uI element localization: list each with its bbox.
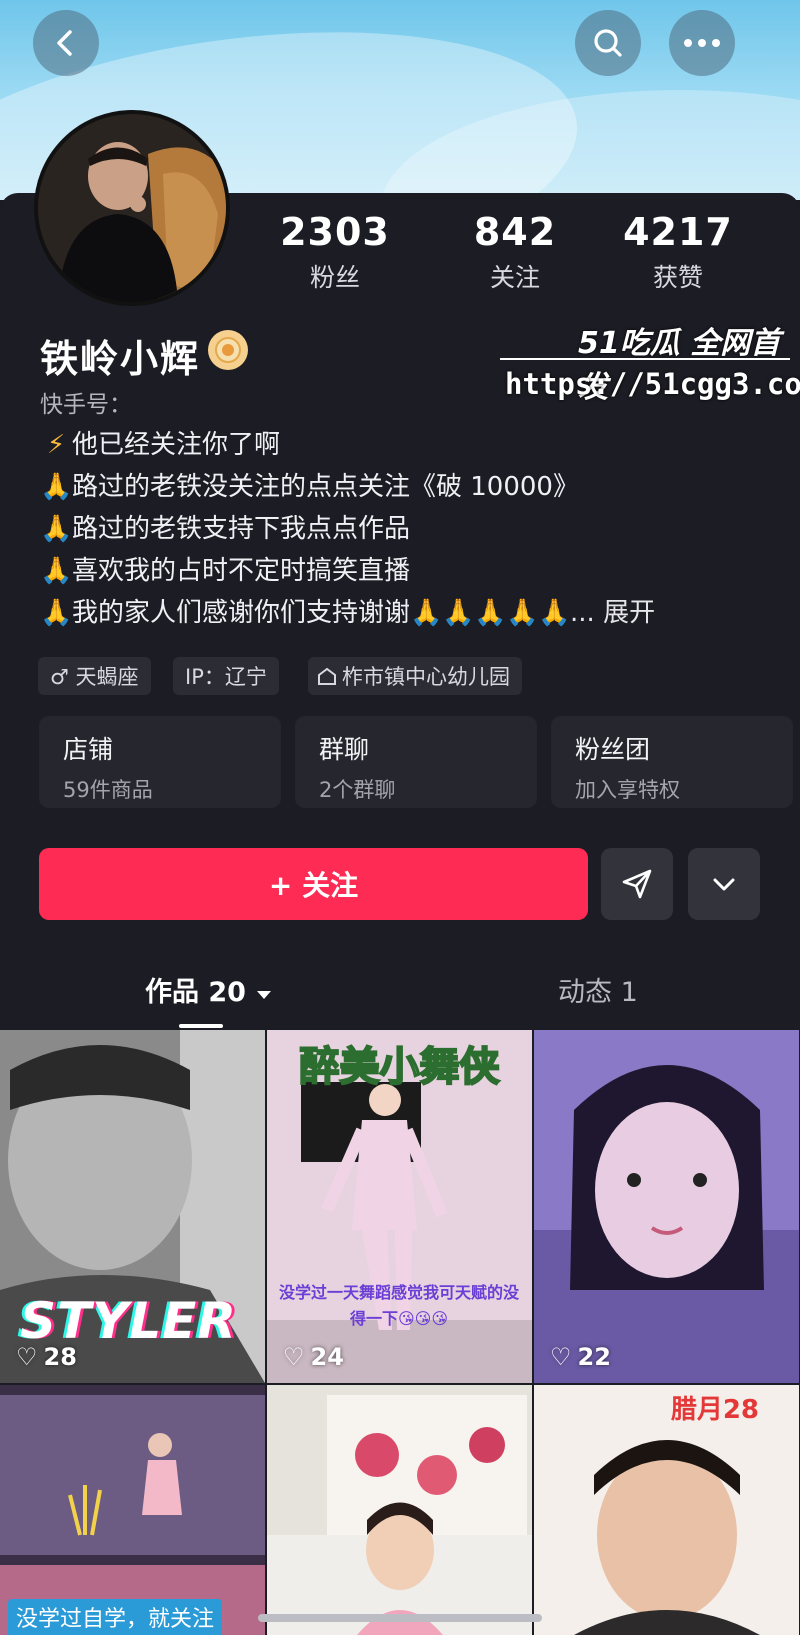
bio-expand-link[interactable]: ... 展开 (570, 598, 655, 628)
likes-label: 获赞 (652, 263, 703, 292)
video-likes: ♡ 28 (16, 1343, 77, 1371)
school-icon (318, 667, 336, 685)
verified-badge-icon[interactable] (208, 330, 248, 370)
video-label: 腊月28 (670, 1395, 759, 1425)
tab-moments[interactable]: 动态 1 (558, 970, 638, 1009)
video-tile[interactable]: 腊月28 (534, 1385, 799, 1635)
stat-followers[interactable]: 2303 粉丝 (255, 210, 415, 294)
send-icon (622, 869, 652, 899)
home-indicator (258, 1614, 542, 1622)
heart-icon: ♡ (550, 1343, 572, 1371)
shop-title: 店铺 (63, 735, 114, 764)
tag-school[interactable]: 柞市镇中心幼儿园 (308, 657, 522, 695)
watermark-divider (500, 358, 790, 360)
pray-icon: 🙏 (442, 598, 475, 628)
followers-label: 粉丝 (309, 263, 360, 292)
video-tile[interactable]: 没学过自学，就关注 (0, 1385, 265, 1635)
shop-card[interactable]: 店铺 59件商品 (39, 716, 281, 808)
recommend-toggle-button[interactable] (688, 848, 760, 920)
bio-line: 🙏路过的老铁没关注的点点关注《破 10000》 (40, 466, 780, 508)
video-caption: 没学过自学，就关注 (8, 1599, 223, 1635)
stat-likes[interactable]: 4217 获赞 (598, 210, 758, 294)
group-chat-card[interactable]: 群聊 2个群聊 (295, 716, 537, 808)
group-chat-title: 群聊 (319, 735, 370, 764)
followers-count: 2303 (280, 210, 390, 254)
lightning-icon: ⚡ (46, 430, 66, 460)
pray-icon: 🙏 (40, 514, 73, 544)
heart-icon: ♡ (283, 1343, 305, 1371)
video-tile[interactable]: 醉美小舞侠 没学过一天舞蹈感觉我可天赋的没得一下😘😘😘 ♡ 24 (267, 1030, 532, 1383)
share-button[interactable] (601, 848, 673, 920)
fan-club-subtitle: 加入享特权 (575, 778, 680, 802)
video-thumbnail (0, 1385, 265, 1635)
pray-icon: 🙏 (410, 598, 443, 628)
video-thumbnail (534, 1385, 799, 1635)
watermark-url: https://51cgg3.com (505, 367, 800, 401)
chevron-left-icon (57, 30, 72, 56)
profile-name: 铁岭小辉 (40, 337, 201, 381)
tab-works[interactable]: 作品 20 (145, 970, 273, 1009)
tag-zodiac[interactable]: ♂ 天蝎座 (38, 657, 151, 695)
pray-icon: 🙏 (40, 472, 73, 502)
kuaishou-id-label: 快手号： (40, 392, 132, 418)
fan-club-title: 粉丝团 (575, 735, 651, 764)
search-icon (594, 29, 622, 57)
video-thumbnail (534, 1030, 799, 1383)
likes-count: 4217 (623, 210, 733, 254)
video-tile[interactable]: STYLER ♡ 28 (0, 1030, 265, 1383)
back-button[interactable] (33, 10, 99, 76)
pray-icon: 🙏 (538, 598, 571, 628)
tag-ip-location: IP：辽宁 (173, 657, 279, 695)
caret-down-icon (257, 991, 272, 999)
more-dots-icon (684, 39, 720, 47)
tab-active-indicator (179, 1024, 223, 1028)
video-likes: ♡ 24 (283, 1343, 344, 1371)
pray-icon: 🙏 (40, 556, 73, 586)
shop-subtitle: 59件商品 (63, 778, 153, 802)
bio-line: ⚡ 他已经关注你了啊 (40, 424, 780, 466)
group-chat-subtitle: 2个群聊 (319, 778, 396, 802)
video-likes: ♡ 22 (550, 1343, 611, 1371)
fan-club-card[interactable]: 粉丝团 加入享特权 (551, 716, 793, 808)
video-tile[interactable]: ♡ 22 (534, 1030, 799, 1383)
pray-icon: 🙏 (40, 598, 73, 628)
more-button[interactable] (669, 10, 735, 76)
follow-button[interactable]: + 关注 (39, 848, 588, 920)
video-subtitle: 没学过一天舞蹈感觉我可天赋的没得一下😘😘😘 (279, 1283, 520, 1328)
bio-line: 🙏路过的老铁支持下我点点作品 (40, 508, 780, 550)
stat-following[interactable]: 842 关注 (435, 210, 595, 294)
following-count: 842 (473, 210, 557, 254)
pray-icon: 🙏 (474, 598, 507, 628)
following-label: 关注 (489, 263, 540, 292)
video-tile[interactable] (267, 1385, 532, 1635)
bio-line: 🙏喜欢我的占时不定时搞笑直播 (40, 550, 780, 592)
heart-icon: ♡ (16, 1343, 38, 1371)
search-button[interactable] (575, 10, 641, 76)
avatar[interactable] (34, 110, 230, 306)
video-title: 醉美小舞侠 (299, 1043, 501, 1091)
bio-line: 🙏我的家人们感谢你们支持谢谢🙏🙏🙏🙏🙏... 展开 (40, 592, 780, 634)
avatar-image (38, 114, 226, 302)
video-overlay-text: STYLER (20, 1292, 237, 1350)
chevron-down-icon (713, 878, 735, 891)
pray-icon: 🙏 (506, 598, 539, 628)
video-thumbnail (267, 1385, 532, 1635)
